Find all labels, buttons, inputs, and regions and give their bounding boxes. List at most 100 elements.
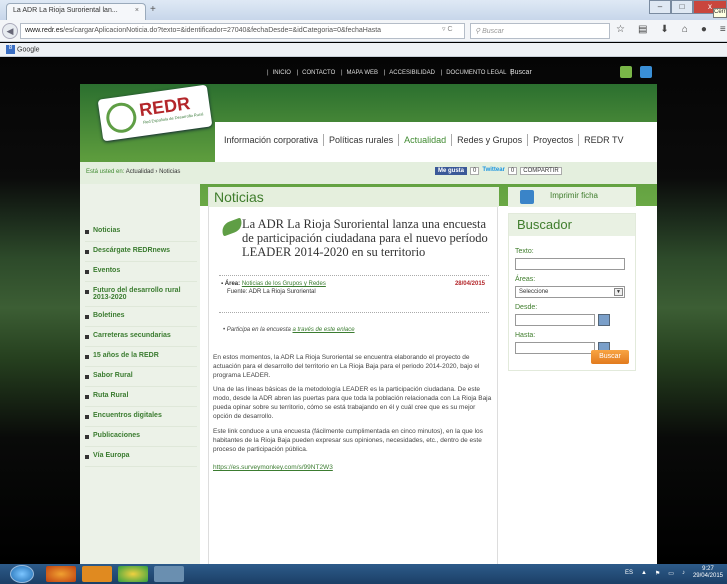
top-search-input[interactable]: Buscar bbox=[510, 66, 610, 80]
chevron-down-icon: ▼ bbox=[614, 288, 623, 296]
url-domain: www.redr.es bbox=[25, 27, 64, 34]
site-container: REDR Red Española de Desarrollo Rural In… bbox=[80, 84, 657, 564]
top-search-button[interactable] bbox=[620, 66, 632, 78]
volume-icon[interactable]: ♪ bbox=[682, 570, 685, 576]
top-link-documento-legal[interactable]: DOCUMENTO LEGAL bbox=[446, 70, 506, 76]
sidebar-item-descargate-redrnews[interactable]: Descárgate REDRnews bbox=[85, 242, 197, 262]
twitter-count: 0 bbox=[507, 167, 518, 175]
survey-bullet: • Participa en la encuesta a través de e… bbox=[223, 327, 355, 333]
sidebar-item-carreteras-secundarias[interactable]: Carreteras secundarias bbox=[85, 327, 197, 347]
page-viewport: | INICIO | CONTACTO | MAPA WEB | ACCESIBILID… bbox=[0, 58, 727, 564]
menu-icon[interactable]: ≡ bbox=[720, 24, 726, 35]
home-icon[interactable]: ⌂ bbox=[682, 24, 688, 35]
tooltip: Cerr bbox=[713, 8, 727, 18]
bookmarks-list-icon[interactable]: ▤ bbox=[638, 24, 647, 35]
sidebar-item-sabor-rural[interactable]: Sabor Rural bbox=[85, 367, 197, 387]
browser-tab[interactable]: La ADR La Rioja Suroriental lan... × bbox=[6, 3, 146, 20]
top-link-mapa-web[interactable]: MAPA WEB bbox=[347, 70, 379, 76]
tray-expand-icon[interactable]: ▲ bbox=[641, 570, 647, 576]
paragraph-1: En estos momentos, la ADR La Rioja Suror… bbox=[213, 354, 480, 379]
sidebar-item-publicaciones[interactable]: Publicaciones bbox=[85, 427, 197, 447]
breadcrumb: Está usted en: Actualidad › Noticias bbox=[86, 169, 181, 175]
taskbar-app-chrome[interactable] bbox=[118, 566, 148, 582]
top-links: | INICIO | CONTACTO | MAPA WEB | ACCESIBILID… bbox=[267, 70, 513, 76]
hasta-input[interactable] bbox=[515, 342, 595, 354]
survey-url-link[interactable]: https://es.surveymonkey.com/s/99NT2W3 bbox=[213, 464, 333, 471]
taskbar-app-office[interactable] bbox=[82, 566, 112, 582]
browser-search-input[interactable]: ⚲ Buscar bbox=[470, 23, 610, 39]
top-rss-icon[interactable] bbox=[640, 66, 652, 78]
nav-politicas-rurales[interactable]: Políticas rurales bbox=[324, 134, 400, 146]
article-content: Noticias La ADR La Rioja Suroriental lan… bbox=[208, 187, 499, 564]
sidebar-item-boletines[interactable]: Boletines bbox=[85, 307, 197, 327]
hasta-label: Hasta: bbox=[515, 332, 536, 339]
desde-input[interactable] bbox=[515, 314, 595, 326]
survey-link[interactable]: a través de este enlace bbox=[293, 327, 355, 333]
print-button[interactable]: Imprimir ficha bbox=[508, 187, 636, 207]
redr-logo[interactable]: REDR Red Española de Desarrollo Rural bbox=[97, 84, 213, 142]
desde-calendar-icon[interactable] bbox=[598, 314, 610, 326]
network-icon[interactable]: ▭ bbox=[668, 570, 674, 577]
sidebar-item-via-europa[interactable]: Vía Europa bbox=[85, 447, 197, 467]
sidebar-item-15-anos[interactable]: 15 años de la REDR bbox=[85, 347, 197, 367]
reload-icon[interactable]: ▿ C bbox=[442, 25, 453, 33]
nav-proyectos[interactable]: Proyectos bbox=[528, 134, 580, 146]
sidebar-item-encuentros-digitales[interactable]: Encuentros digitales bbox=[85, 407, 197, 427]
address-bar[interactable]: www.redr.es/es/cargarAplicacionNoticia.d… bbox=[20, 23, 465, 39]
sidebar-item-eventos[interactable]: Eventos bbox=[85, 262, 197, 282]
nav-actualidad[interactable]: Actualidad bbox=[399, 134, 453, 146]
nav-redr-tv[interactable]: REDR TV bbox=[579, 134, 628, 146]
bookmark-google[interactable]: Google bbox=[17, 46, 40, 53]
start-button[interactable] bbox=[10, 565, 34, 583]
facebook-like-button[interactable]: Me gusta bbox=[435, 167, 468, 175]
area-label: Área: bbox=[224, 281, 241, 287]
breadcrumb-actualidad[interactable]: Actualidad bbox=[126, 169, 154, 175]
survey-url-paragraph: https://es.surveymonkey.com/s/99NT2W3 bbox=[213, 463, 495, 472]
article-headline: La ADR La Rioja Suroriental lanza una en… bbox=[242, 217, 488, 259]
toolbar-icons: ☆ ▤ ⬇ ⌂ ● ≡ bbox=[616, 24, 726, 35]
areas-select[interactable]: Seleccione ▼ bbox=[515, 286, 625, 298]
sidebar-item-ruta-rural[interactable]: Ruta Rural bbox=[85, 387, 197, 407]
download-icon[interactable]: ⬇ bbox=[660, 24, 668, 35]
top-utility-bar: | INICIO | CONTACTO | MAPA WEB | ACCESIBILID… bbox=[80, 64, 657, 84]
top-link-inicio[interactable]: INICIO bbox=[273, 70, 291, 76]
system-tray: ES ▲ ⚑ ▭ ♪ 9:27 29/04/2015 bbox=[625, 566, 723, 580]
share-button[interactable]: COMPARTIR bbox=[520, 167, 562, 175]
paragraph-3: Este link conduce a una encuesta (fácilm… bbox=[213, 428, 483, 453]
bookmark-star-icon[interactable]: ☆ bbox=[616, 24, 625, 35]
logo-swirl-icon bbox=[104, 100, 139, 135]
tab-close-icon[interactable]: × bbox=[135, 7, 139, 14]
search-submit-button[interactable]: Buscar bbox=[591, 350, 629, 364]
desde-label: Desde: bbox=[515, 304, 538, 311]
print-label: Imprimir ficha bbox=[550, 191, 599, 200]
chat-icon[interactable]: ● bbox=[701, 24, 707, 35]
breadcrumb-bar: Está usted en: Actualidad › Noticias Me … bbox=[80, 162, 657, 184]
back-button[interactable]: ◀ bbox=[2, 23, 18, 39]
texto-input[interactable] bbox=[515, 258, 625, 270]
areas-label: Áreas: bbox=[515, 276, 536, 283]
area-link[interactable]: Noticias de los Grupos y Redes bbox=[242, 281, 326, 287]
bookmarks-bar: 8 Google bbox=[0, 43, 727, 57]
sidebar-item-futuro-desarrollo-rural[interactable]: Futuro del desarrollo rural 2013-2020 bbox=[85, 282, 197, 307]
flag-icon[interactable]: ⚑ bbox=[655, 570, 660, 577]
sidebar-item-noticias[interactable]: Noticias bbox=[85, 222, 197, 242]
browser-navbar: ◀ www.redr.es/es/cargarAplicacionNoticia… bbox=[0, 20, 727, 42]
paragraph-2: Una de las líneas básicas de la metodolo… bbox=[213, 386, 492, 420]
section-title: Noticias bbox=[209, 187, 499, 207]
nav-informacion-corporativa[interactable]: Información corporativa bbox=[219, 134, 325, 146]
clock[interactable]: 9:27 29/04/2015 bbox=[693, 566, 723, 580]
top-link-contacto[interactable]: CONTACTO bbox=[302, 70, 335, 76]
new-tab-button[interactable]: + bbox=[150, 4, 156, 15]
maximize-button[interactable]: □ bbox=[671, 0, 693, 14]
top-link-accesibilidad[interactable]: ACCESIBILIDAD bbox=[389, 70, 435, 76]
browser-tabbar: La ADR La Rioja Suroriental lan... × + –… bbox=[0, 0, 727, 20]
taskbar-app-paint[interactable] bbox=[154, 566, 184, 582]
twitter-button[interactable]: Twittear bbox=[482, 167, 505, 175]
nav-redes-y-grupos[interactable]: Redes y Grupos bbox=[452, 134, 529, 146]
minimize-button[interactable]: – bbox=[649, 0, 671, 14]
taskbar-app-firefox[interactable] bbox=[46, 566, 76, 582]
language-indicator[interactable]: ES bbox=[625, 570, 633, 576]
right-column: Imprimir ficha Buscador Texto: Áreas: Se… bbox=[508, 184, 648, 564]
texto-label: Texto: bbox=[515, 248, 534, 255]
facebook-like-count: 0 bbox=[470, 167, 480, 175]
